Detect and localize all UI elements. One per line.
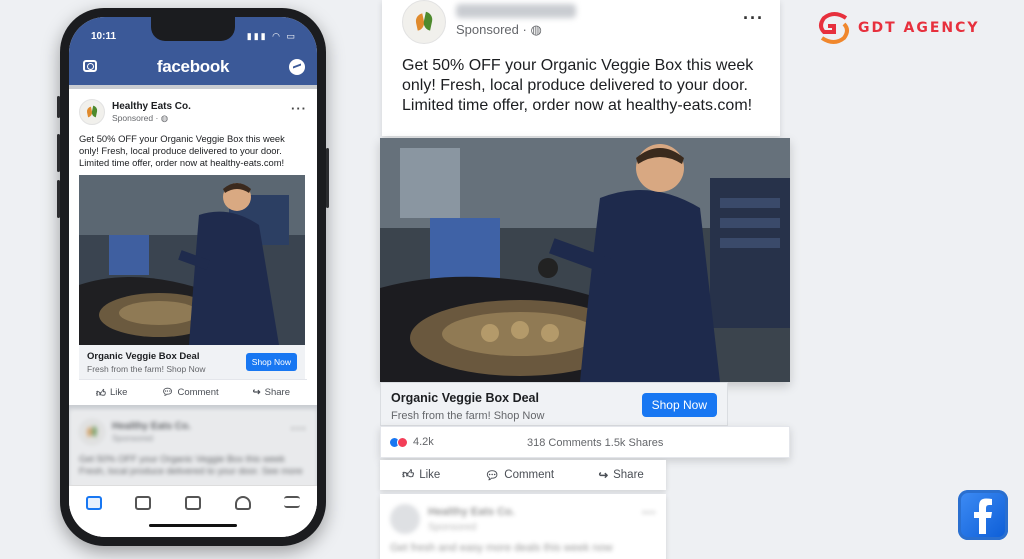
more-options-icon[interactable]: ··· <box>291 101 307 116</box>
phone-screen: 10:11 ▮▮▮ ◠ ▭ facebook Healthy Eats Co. … <box>69 17 317 537</box>
next-post-avatar[interactable] <box>79 419 105 445</box>
zoom-sponsored-label: Sponsored · ◍ <box>456 22 542 38</box>
reaction-count: 4.2k <box>413 436 434 448</box>
status-time: 10:11 <box>91 31 117 42</box>
zoom-next-avatar <box>390 504 420 534</box>
share-button[interactable]: ↪ Share <box>253 387 290 398</box>
zoom-advertiser-name-blurred <box>456 4 576 18</box>
sponsored-label: Sponsored · ◍ <box>112 113 191 124</box>
post-text: Get 50% OFF your Organic Veggie Box this… <box>79 133 285 168</box>
app-title: facebook <box>156 57 230 76</box>
next-post: Healthy Eats Co. Sponsored ··· Get 50% O… <box>69 409 317 489</box>
leaf-logo-icon <box>416 11 432 33</box>
sponsored-post: Healthy Eats Co. Sponsored · ◍ ··· Get 5… <box>69 89 317 405</box>
notch <box>151 17 235 41</box>
zoom-like-label: Like <box>419 469 441 481</box>
mute-switch <box>57 96 60 118</box>
zoom-next-text: Get fresh and easy more deals this week … <box>390 542 613 554</box>
comments-shares-count[interactable]: 318 Comments 1.5k Shares <box>527 437 663 449</box>
reaction-summary[interactable]: 4.2k <box>389 436 434 448</box>
news-feed[interactable]: Healthy Eats Co. Sponsored · ◍ ··· Get 5… <box>69 85 317 537</box>
post-actions: 👍︎ Like 💬︎ Comment ↪ Share <box>79 379 307 405</box>
like-label: Like <box>109 387 128 398</box>
next-post-header: Healthy Eats Co. Sponsored ··· <box>79 417 307 447</box>
thumbs-up-icon: 👍︎ <box>402 469 415 481</box>
facebook-f-glyph <box>974 498 992 534</box>
leaf-logo-icon <box>87 105 97 119</box>
love-reaction-icon <box>397 436 408 448</box>
ad-image[interactable] <box>79 175 305 345</box>
volume-up-button <box>57 134 60 172</box>
zoom-cta-subtitle: Fresh from the farm! Shop Now <box>391 410 545 422</box>
next-post-sponsored: Sponsored <box>112 432 154 443</box>
zoom-comment-button[interactable]: 💬︎ Comment <box>485 468 554 482</box>
thumbs-up-icon: 👍︎ <box>96 387 106 399</box>
gdt-agency-logo: GDT AGENCY <box>816 10 980 46</box>
volume-down-button <box>57 180 60 218</box>
bottom-tab-bar <box>69 485 317 537</box>
globe-icon: ◍ <box>160 112 169 123</box>
zoom-sponsored-text: Sponsored · <box>456 22 527 37</box>
zoom-post-card: Sponsored · ◍ ··· Get 50% OFF your Organ… <box>382 0 780 136</box>
shop-now-button[interactable]: Shop Now <box>245 353 297 371</box>
zoom-shop-now-button[interactable]: Shop Now <box>641 393 717 417</box>
facebook-f-icon <box>958 490 1008 540</box>
messenger-icon[interactable] <box>289 59 305 75</box>
zoom-cta-title: Organic Veggie Box Deal <box>391 391 539 405</box>
share-label: Share <box>264 387 290 398</box>
gdt-monogram-icon <box>819 12 849 44</box>
share-icon: ↪ <box>598 470 609 482</box>
zoom-next-more-icon[interactable]: ··· <box>642 504 656 520</box>
home-indicator <box>149 524 237 527</box>
next-post-text: Get 50% OFF your Organic Veggie Box this… <box>79 453 303 476</box>
zoom-more-options-icon[interactable]: ··· <box>743 8 764 29</box>
zoom-next-name: Healthy Eats Co. <box>428 506 515 518</box>
video-icon[interactable] <box>135 496 152 510</box>
advertiser-avatar[interactable] <box>79 99 105 125</box>
mechanic-photo <box>79 175 305 345</box>
zoom-post-actions: 👍︎ Like 💬︎ Comment ↪ Share <box>380 460 666 490</box>
zoom-like-button[interactable]: 👍︎ Like <box>402 468 440 482</box>
like-button[interactable]: 👍︎ Like <box>96 387 127 399</box>
more-options-icon[interactable]: ··· <box>291 421 307 436</box>
zoom-cta-bar: Organic Veggie Box Deal Fresh from the f… <box>380 382 728 426</box>
zoom-engagement-bar: 4.2k 318 Comments 1.5k Shares <box>380 426 790 458</box>
next-post-name[interactable]: Healthy Eats Co. <box>112 421 191 433</box>
zoom-post-text: Get 50% OFF your Organic Veggie Box this… <box>402 57 754 114</box>
zoom-advertiser-avatar[interactable] <box>402 0 446 44</box>
signal-wifi-battery-icon: ▮▮▮ ◠ ▭ <box>246 31 297 41</box>
zoom-next-post: Healthy Eats Co. Sponsored Get fresh and… <box>380 494 666 559</box>
comment-icon: 💬︎ <box>161 387 174 398</box>
mechanic-photo-large <box>380 138 790 382</box>
zoom-share-label: Share <box>613 469 644 481</box>
globe-icon: ◍ <box>530 22 542 37</box>
phone-mockup: 10:11 ▮▮▮ ◠ ▭ facebook Healthy Eats Co. … <box>57 8 329 546</box>
facebook-top-bar: facebook <box>69 51 317 85</box>
comment-button[interactable]: 💬︎ Comment <box>161 387 218 398</box>
zoom-ad-image[interactable] <box>380 138 790 382</box>
marketplace-icon[interactable] <box>184 496 201 510</box>
comment-icon: 💬︎ <box>484 470 500 482</box>
cta-bar: Organic Veggie Box Deal Fresh from the f… <box>79 345 305 379</box>
post-header: Healthy Eats Co. Sponsored · ◍ ··· <box>79 97 307 127</box>
zoom-next-sponsored: Sponsored <box>428 522 477 533</box>
share-icon: ↪ <box>252 387 261 398</box>
zoom-comment-label: Comment <box>504 469 555 481</box>
bell-icon[interactable] <box>234 496 251 510</box>
power-button <box>326 148 329 208</box>
sponsored-text: Sponsored · <box>112 112 159 123</box>
advertiser-name[interactable]: Healthy Eats Co. <box>112 101 191 113</box>
leaf-logo-icon <box>87 425 97 439</box>
zoom-share-button[interactable]: ↪ Share <box>598 468 643 482</box>
menu-icon[interactable] <box>284 496 301 508</box>
agency-name: GDT AGENCY <box>858 20 980 36</box>
feed-icon[interactable] <box>85 496 102 510</box>
comment-label: Comment <box>177 387 219 398</box>
